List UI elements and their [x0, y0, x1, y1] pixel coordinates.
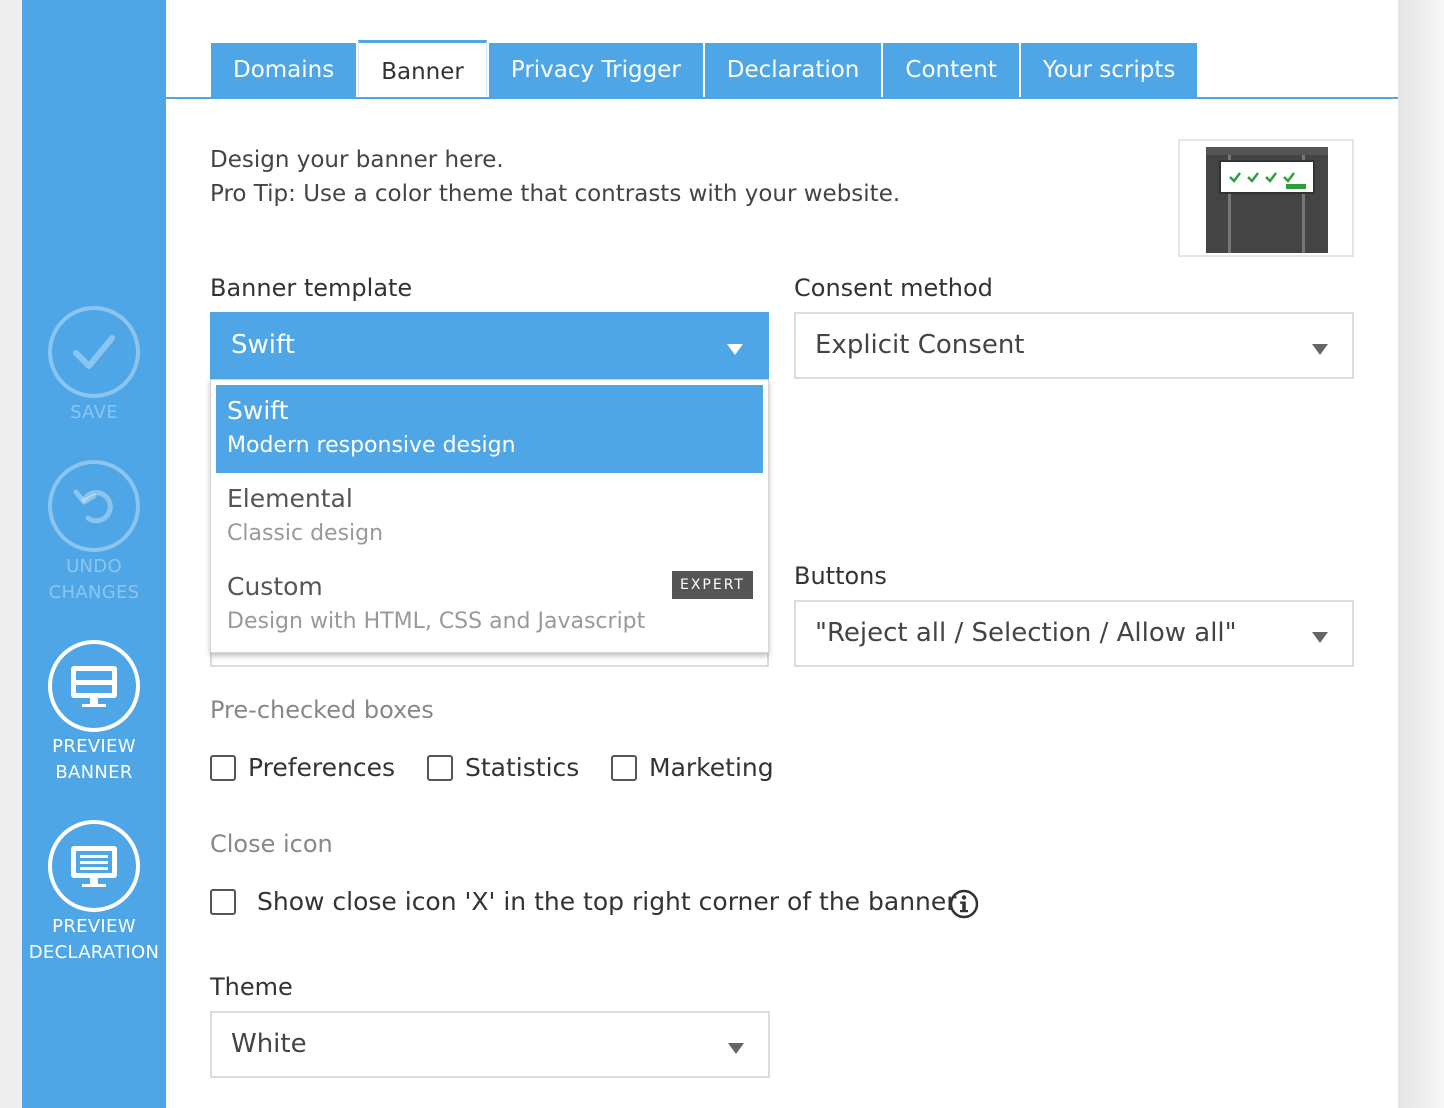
- expert-badge: EXPERT: [672, 571, 753, 599]
- tab-content[interactable]: Content: [883, 43, 1019, 98]
- theme-select[interactable]: White: [210, 1011, 770, 1078]
- option-title: Swift: [227, 396, 289, 425]
- tab-banner[interactable]: Banner: [358, 40, 487, 96]
- sidebar: SAVE UNDO CHANGES PREVIEW BANNER PREVIEW…: [22, 0, 166, 1108]
- checkmark-icon: [73, 335, 115, 369]
- chevron-down-icon: [1312, 344, 1328, 355]
- marketing-checkbox-row: Marketing: [611, 753, 774, 782]
- main-panel: Domains Banner Privacy Trigger Declarati…: [166, 0, 1398, 1108]
- theme-value: White: [231, 1029, 307, 1059]
- consent-method-select[interactable]: Explicit Consent: [794, 312, 1354, 379]
- tab-bar: Domains Banner Privacy Trigger Declarati…: [211, 40, 1199, 98]
- chevron-down-icon: [1312, 632, 1328, 643]
- theme-label: Theme: [210, 973, 293, 1001]
- save-button[interactable]: SAVE: [22, 306, 166, 426]
- consent-method-label: Consent method: [794, 274, 993, 302]
- banner-template-value: Swift: [231, 330, 295, 360]
- statistics-label: Statistics: [465, 753, 580, 782]
- close-icon-checkbox-label: Show close icon 'X' in the top right cor…: [257, 887, 957, 916]
- preview-declaration-label-line1: PREVIEW: [52, 916, 136, 937]
- banner-preview-thumbnail: [1178, 139, 1354, 257]
- window-edge-right: [1398, 0, 1444, 1108]
- statistics-checkbox-row: Statistics: [427, 753, 579, 782]
- undo-icon: [73, 489, 113, 524]
- preview-banner-button[interactable]: PREVIEW BANNER: [22, 640, 166, 786]
- chevron-down-icon: [727, 344, 743, 355]
- preview-banner-label-line1: PREVIEW: [52, 736, 136, 757]
- option-subtitle: Modern responsive design: [227, 433, 516, 458]
- buttons-label: Buttons: [794, 562, 887, 590]
- marketing-checkbox[interactable]: [611, 754, 637, 781]
- banner-template-dropdown: Swift Modern responsive design Elemental…: [210, 379, 769, 653]
- preview-declaration-label-line2: DECLARATION: [28, 942, 160, 963]
- marketing-label: Marketing: [649, 753, 774, 782]
- monitor-banner-icon: [71, 666, 117, 707]
- preferences-checkbox[interactable]: [210, 754, 236, 781]
- window-edge: [0, 0, 22, 1108]
- undo-label-line2: CHANGES: [48, 582, 140, 603]
- intro-text: Design your banner here. Pro Tip: Use a …: [210, 143, 900, 211]
- close-icon-label: Close icon: [210, 830, 333, 858]
- consent-method-value: Explicit Consent: [815, 330, 1025, 360]
- tab-your-scripts[interactable]: Your scripts: [1020, 43, 1198, 98]
- preferences-checkbox-row: Preferences: [210, 753, 395, 782]
- info-icon[interactable]: [948, 888, 980, 920]
- option-title: Elemental: [227, 484, 353, 513]
- option-subtitle: Design with HTML, CSS and Javascript: [227, 609, 646, 634]
- statistics-checkbox[interactable]: [427, 754, 453, 781]
- intro-line-1: Design your banner here.: [210, 147, 504, 173]
- buttons-value: "Reject all / Selection / Allow all": [815, 618, 1237, 648]
- option-subtitle: Classic design: [227, 521, 384, 546]
- option-swift[interactable]: Swift Modern responsive design: [216, 385, 763, 473]
- undo-label-line1: UNDO: [66, 556, 122, 577]
- banner-template-label: Banner template: [210, 274, 413, 302]
- close-icon-checkbox-row: Show close icon 'X' in the top right cor…: [210, 887, 957, 916]
- option-custom[interactable]: Custom Design with HTML, CSS and Javascr…: [216, 561, 763, 649]
- undo-changes-button[interactable]: UNDO CHANGES: [22, 460, 166, 606]
- buttons-select[interactable]: "Reject all / Selection / Allow all": [794, 600, 1354, 667]
- tab-privacy-trigger[interactable]: Privacy Trigger: [488, 43, 703, 98]
- tab-declaration[interactable]: Declaration: [704, 43, 882, 98]
- save-label: SAVE: [70, 402, 118, 423]
- intro-line-2: Pro Tip: Use a color theme that contrast…: [210, 181, 901, 207]
- tab-domains[interactable]: Domains: [211, 43, 357, 98]
- banner-template-select[interactable]: Swift: [210, 312, 769, 379]
- preferences-label: Preferences: [248, 753, 396, 782]
- tab-underline: [166, 97, 1398, 99]
- chevron-down-icon: [728, 1043, 744, 1054]
- preview-declaration-button[interactable]: PREVIEW DECLARATION: [22, 820, 166, 966]
- option-elemental[interactable]: Elemental Classic design: [216, 473, 763, 561]
- prechecked-label: Pre-checked boxes: [210, 696, 434, 724]
- banner-layout-icon: [1206, 147, 1328, 253]
- preview-banner-label-line2: BANNER: [55, 762, 133, 783]
- close-icon-checkbox[interactable]: [210, 888, 236, 915]
- monitor-text-icon: [71, 846, 117, 887]
